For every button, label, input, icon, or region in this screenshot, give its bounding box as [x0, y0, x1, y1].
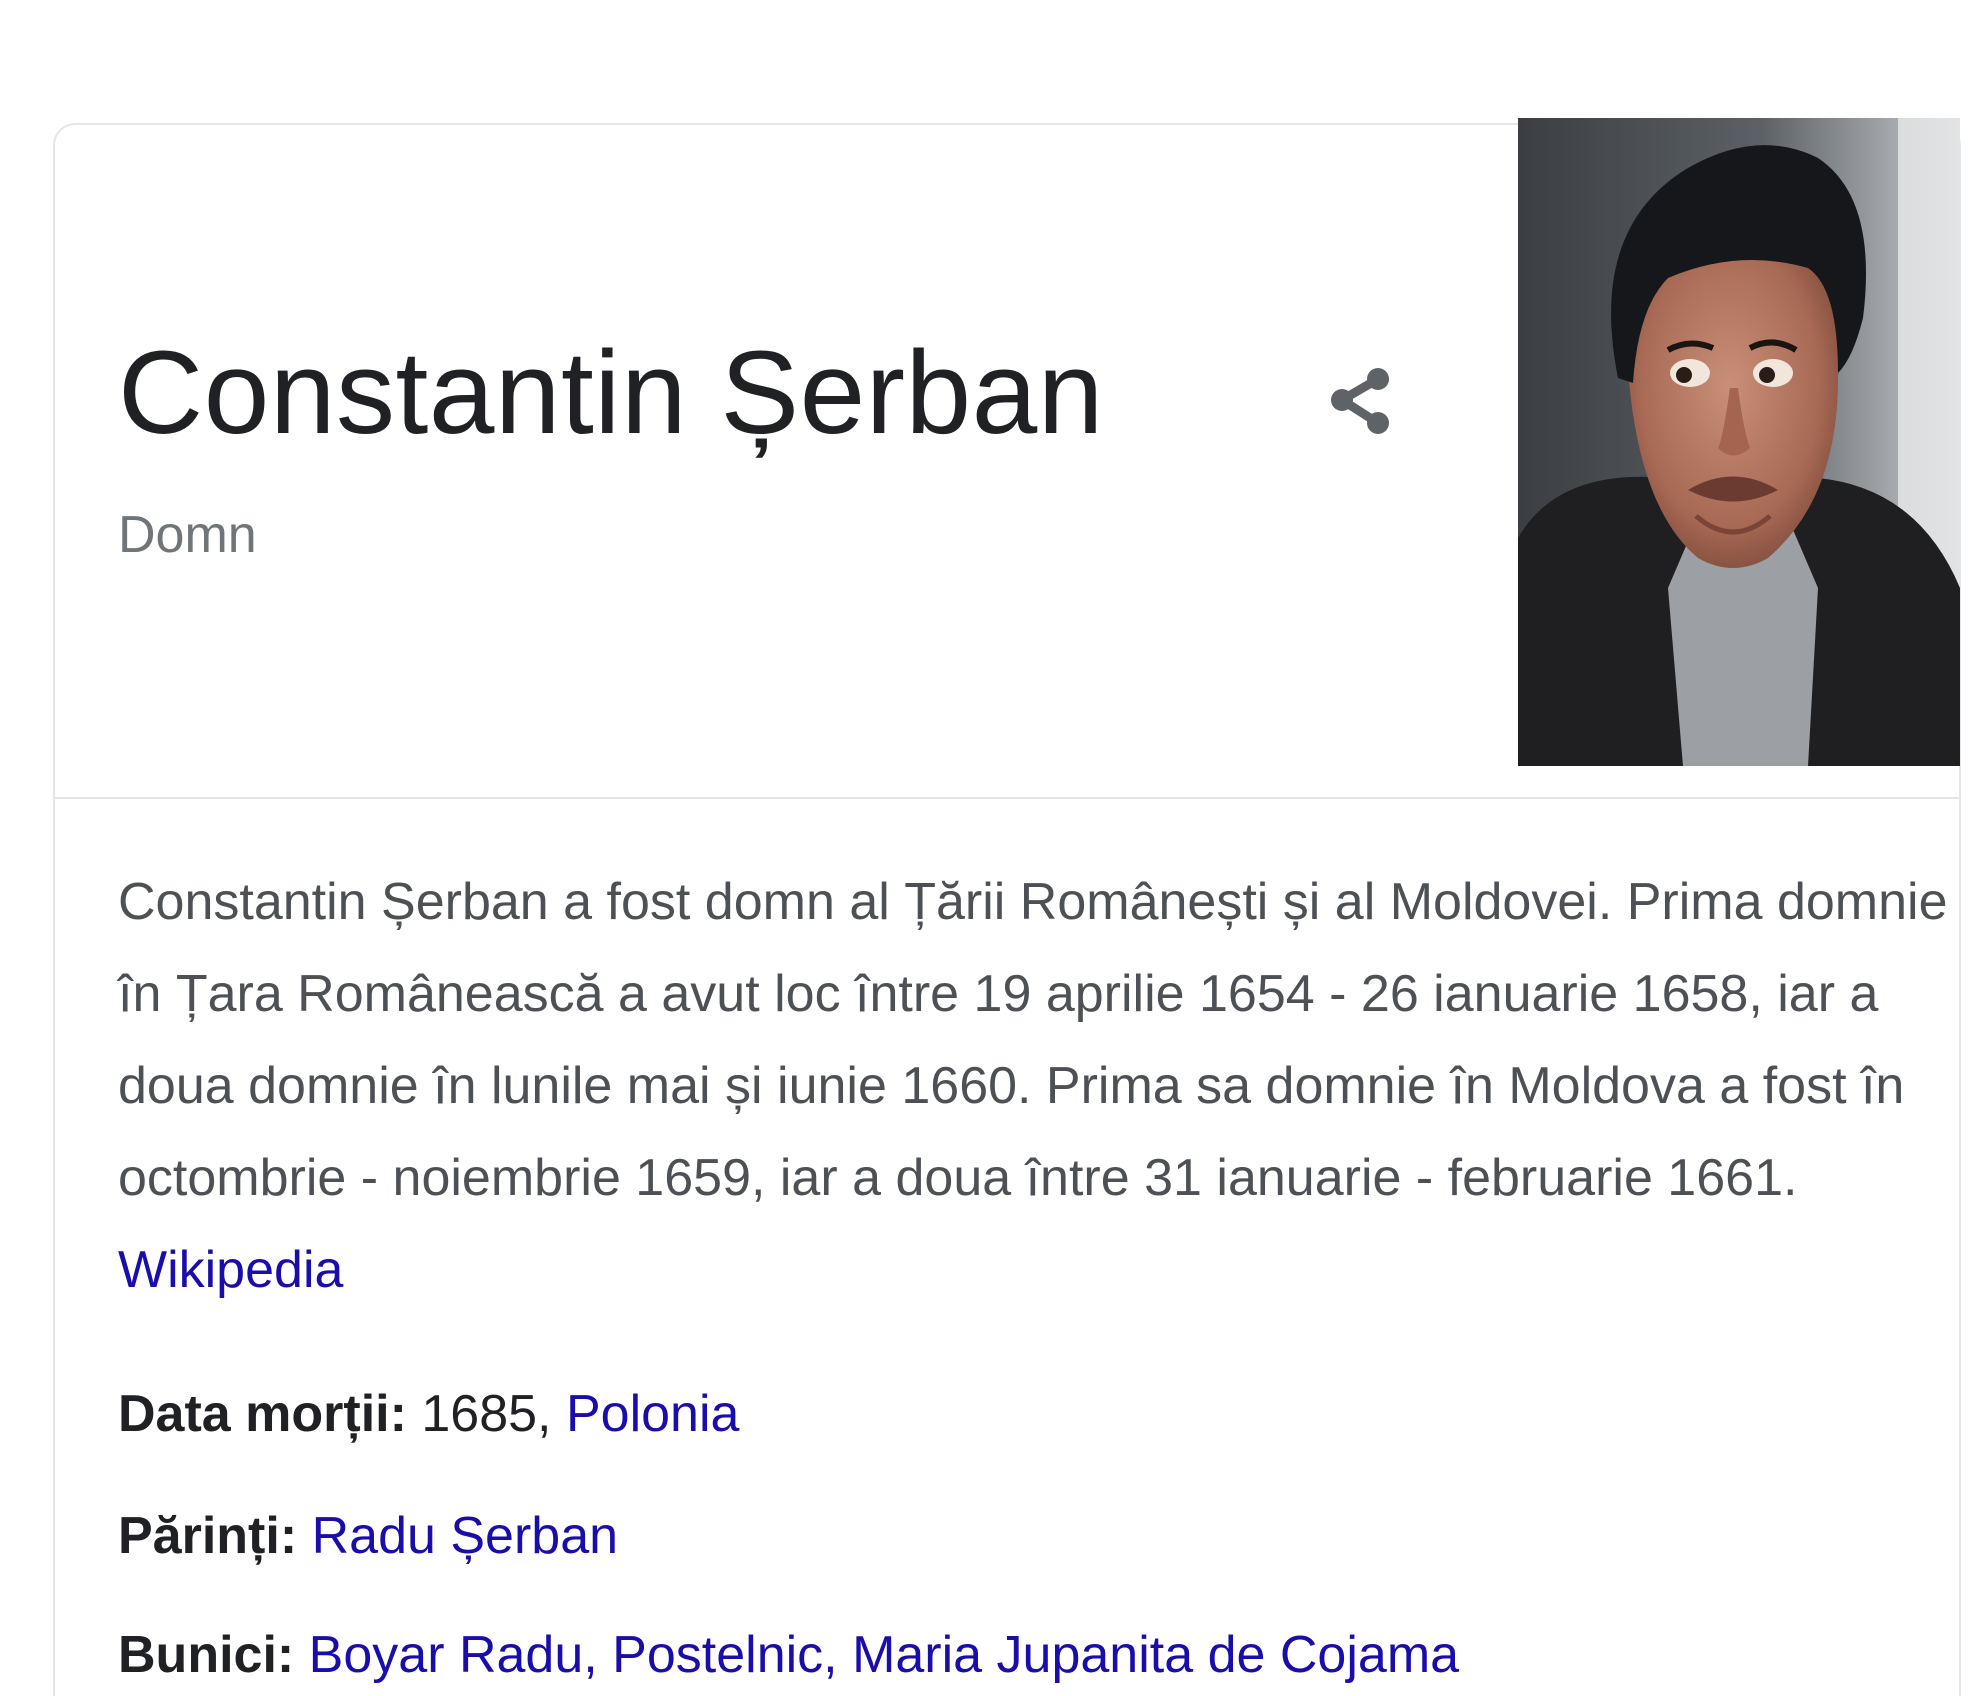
share-button[interactable]	[1316, 359, 1408, 451]
description-text: Constantin Șerban a fost domn al Țării R…	[118, 873, 1948, 1207]
wikipedia-link[interactable]: Wikipedia	[118, 1241, 343, 1299]
fact-parents: Părinți: Radu Șerban	[118, 1504, 618, 1568]
fact-grandparents-label: Bunici:	[118, 1626, 295, 1684]
portrait-illustration	[1518, 118, 1960, 766]
panel-description: Constantin Șerban a fost domn al Țării R…	[118, 856, 1948, 1316]
fact-death-year: 1685,	[421, 1385, 552, 1443]
fact-death-label: Data morții:	[118, 1385, 407, 1443]
parent-link[interactable]: Radu Șerban	[312, 1507, 618, 1565]
grandparent-link-2[interactable]: Maria Jupanita de Cojama	[852, 1626, 1459, 1684]
knowledge-panel-page: Constantin Șerban Domn Constantin Șerban…	[0, 0, 1971, 1696]
portrait-photo[interactable]	[1518, 118, 1960, 766]
panel-title: Constantin Șerban	[118, 327, 1104, 459]
fact-death: Data morții: 1685, Polonia	[118, 1382, 739, 1446]
fact-grandparents: Bunici: Boyar Radu, Postelnic, Maria Jup…	[118, 1623, 1459, 1687]
fact-parents-label: Părinți:	[118, 1507, 298, 1565]
share-icon	[1331, 368, 1389, 434]
panel-divider	[53, 797, 1961, 799]
death-place-link[interactable]: Polonia	[566, 1385, 739, 1443]
grandparent-link-1[interactable]: Boyar Radu, Postelnic,	[309, 1626, 838, 1684]
panel-subtitle: Domn	[118, 506, 257, 564]
